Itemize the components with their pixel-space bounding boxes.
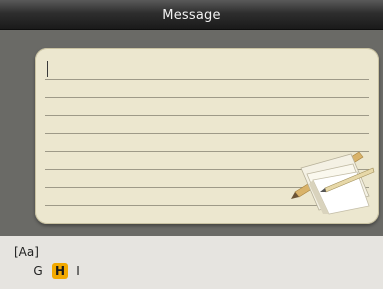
key-g[interactable]: G bbox=[32, 263, 44, 279]
title-bar: Message bbox=[0, 0, 383, 30]
message-text-area[interactable] bbox=[35, 48, 379, 224]
note-line bbox=[45, 133, 369, 134]
note-line bbox=[45, 79, 369, 80]
note-line bbox=[45, 97, 369, 98]
note-paper-icon bbox=[291, 151, 375, 215]
keyboard-bar: [Aa] G H I bbox=[0, 236, 383, 289]
input-mode-indicator[interactable]: [Aa] bbox=[14, 245, 39, 259]
key-i[interactable]: I bbox=[72, 263, 84, 279]
window-title: Message bbox=[162, 8, 221, 23]
text-caret bbox=[47, 61, 48, 77]
key-h[interactable]: H bbox=[52, 263, 68, 279]
note-line bbox=[45, 115, 369, 116]
